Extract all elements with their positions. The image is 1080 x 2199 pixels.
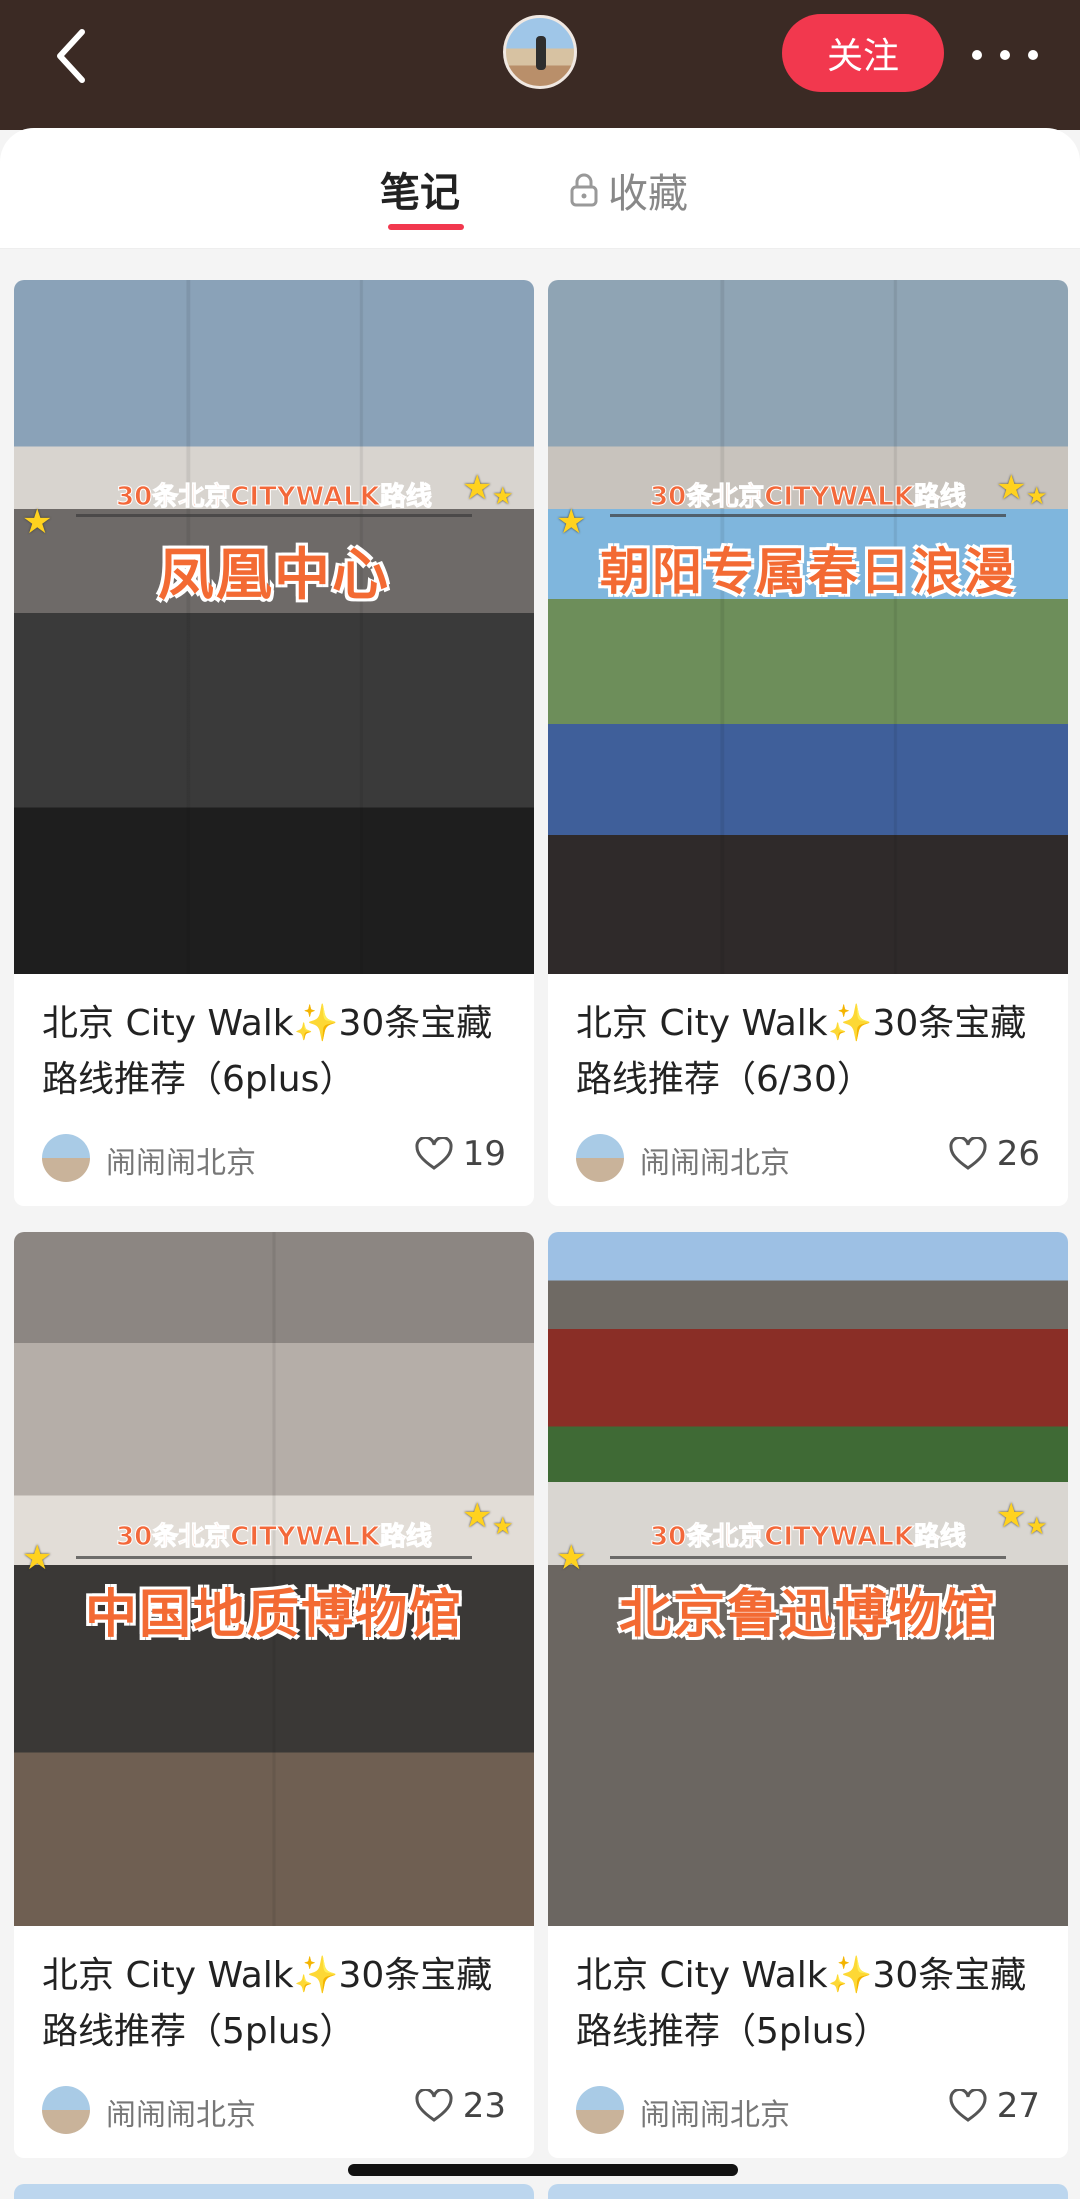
note-cover-image[interactable]: ★ ★ ★ 30条北京CITYWALK路线 凤凰中心 <box>14 280 534 974</box>
active-tab-indicator <box>388 224 464 230</box>
author-name[interactable]: 闹闹闹北京 <box>106 1138 256 1182</box>
follow-button[interactable]: 关注 <box>782 14 944 92</box>
tab-collections-label: 收藏 <box>608 171 688 217</box>
author-name[interactable]: 闹闹闹北京 <box>106 2090 256 2134</box>
cover-subtitle: 30条北京CITYWALK路线 <box>116 1522 433 1553</box>
author-avatar[interactable] <box>42 2086 90 2134</box>
note-card[interactable]: ★ ★ ★ 30条北京CITYWALK路线 中国地质博物馆 北京 City Wa… <box>14 1232 534 2158</box>
like-count: 27 <box>996 2086 1040 2126</box>
author-name[interactable]: 闹闹闹北京 <box>640 2090 790 2134</box>
author-name[interactable]: 闹闹闹北京 <box>640 1138 790 1182</box>
cover-headline: 凤凰中心 <box>158 543 390 608</box>
like-button[interactable]: 23 <box>415 2086 506 2126</box>
heart-icon <box>415 1137 453 1170</box>
profile-avatar[interactable] <box>503 15 577 89</box>
like-button[interactable]: 26 <box>949 1134 1040 1174</box>
heart-icon <box>949 2089 987 2122</box>
tab-collections[interactable]: 收藏 <box>568 160 688 220</box>
top-bar: 关注 <box>0 0 1080 130</box>
author-avatar[interactable] <box>42 1134 90 1182</box>
note-card[interactable]: ★ ★ ★ 30条北京CITYWALK路线 凤凰中心 北京 City Walk✨… <box>14 280 534 1206</box>
note-title[interactable]: 北京 City Walk✨30条宝藏路线推荐（5plus） <box>14 1926 534 2068</box>
tab-bar: 笔记 收藏 <box>0 128 1080 249</box>
back-icon[interactable] <box>48 26 96 86</box>
heart-icon <box>949 1137 987 1170</box>
note-cover-image[interactable]: ★ ★ ★ 30条北京CITYWALK路线 朝阳专属春日浪漫 <box>548 280 1068 974</box>
like-count: 19 <box>462 1134 506 1174</box>
note-title[interactable]: 北京 City Walk✨30条宝藏路线推荐（6plus） <box>14 974 534 1116</box>
cover-headline: 北京鲁迅博物馆 <box>618 1585 997 1645</box>
note-card[interactable]: ★ ★ ★ 30条北京CITYWALK路线 朝阳专属春日浪漫 北京 City W… <box>548 280 1068 1206</box>
cover-subtitle: 30条北京CITYWALK路线 <box>650 482 967 513</box>
heart-icon <box>415 2089 453 2122</box>
tab-notes[interactable]: 笔记 <box>380 160 460 220</box>
next-card-peek <box>548 2184 1068 2199</box>
cover-headline: 中国地质博物馆 <box>84 1585 463 1645</box>
lock-icon <box>570 173 598 207</box>
cover-headline: 朝阳专属春日浪漫 <box>600 543 1016 601</box>
note-meta: 闹闹闹北京 23 <box>14 2068 534 2158</box>
cover-subtitle: 30条北京CITYWALK路线 <box>116 482 433 513</box>
like-button[interactable]: 27 <box>949 2086 1040 2126</box>
note-title[interactable]: 北京 City Walk✨30条宝藏路线推荐（5plus） <box>548 1926 1068 2068</box>
home-indicator[interactable] <box>348 2164 738 2176</box>
like-button[interactable]: 19 <box>415 1134 506 1174</box>
like-count: 23 <box>462 2086 506 2126</box>
next-card-peek <box>14 2184 534 2199</box>
like-count: 26 <box>996 1134 1040 1174</box>
note-title[interactable]: 北京 City Walk✨30条宝藏路线推荐（6/30） <box>548 974 1068 1116</box>
note-cover-image[interactable]: ★ ★ ★ 30条北京CITYWALK路线 北京鲁迅博物馆 <box>548 1232 1068 1926</box>
cover-subtitle: 30条北京CITYWALK路线 <box>650 1522 967 1553</box>
note-card[interactable]: ★ ★ ★ 30条北京CITYWALK路线 北京鲁迅博物馆 北京 City Wa… <box>548 1232 1068 2158</box>
author-avatar[interactable] <box>576 1134 624 1182</box>
note-meta: 闹闹闹北京 19 <box>14 1116 534 1206</box>
more-options-icon[interactable] <box>972 40 1038 70</box>
author-avatar[interactable] <box>576 2086 624 2134</box>
note-meta: 闹闹闹北京 26 <box>548 1116 1068 1206</box>
note-cover-image[interactable]: ★ ★ ★ 30条北京CITYWALK路线 中国地质博物馆 <box>14 1232 534 1926</box>
note-meta: 闹闹闹北京 27 <box>548 2068 1068 2158</box>
